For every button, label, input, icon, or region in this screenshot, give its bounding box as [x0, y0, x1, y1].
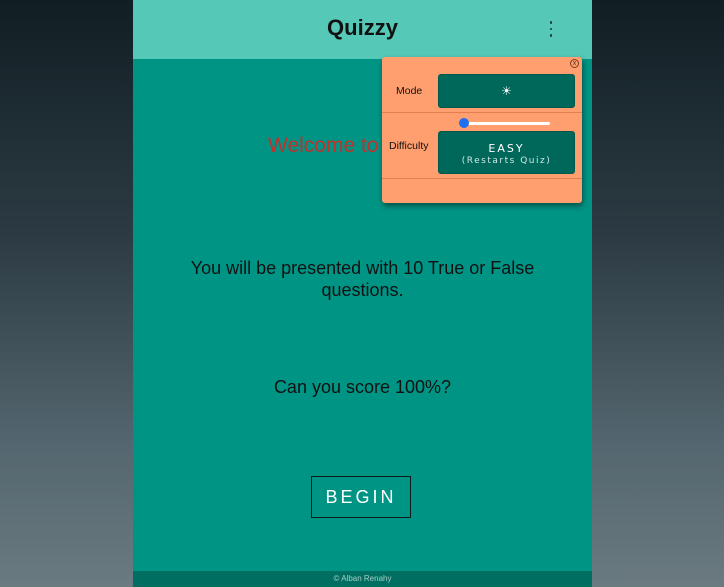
- close-icon[interactable]: x: [570, 59, 579, 68]
- welcome-heading: Welcome to: [268, 134, 379, 157]
- app-title: Quizzy: [327, 15, 398, 40]
- mode-label: Mode: [396, 85, 423, 97]
- more-options-icon[interactable]: [547, 21, 555, 37]
- footer-credit: © Alban Renahy: [133, 571, 592, 587]
- difficulty-value: EASY: [488, 142, 525, 155]
- mode-toggle-button[interactable]: ☀: [438, 74, 575, 108]
- slider-thumb[interactable]: [459, 118, 469, 128]
- settings-panel: x Mode ☀ Difficulty EASY (Restarts Quiz): [382, 57, 582, 203]
- difficulty-note: (Restarts Quiz): [461, 156, 552, 166]
- slider-track: [464, 122, 550, 125]
- difficulty-slider[interactable]: [459, 117, 550, 129]
- app-header: Quizzy: [133, 0, 592, 59]
- panel-divider: [382, 112, 582, 113]
- difficulty-label: Difficulty: [389, 140, 429, 152]
- intro-text: You will be presented with 10 True or Fa…: [190, 258, 535, 300]
- sun-icon: ☀: [501, 84, 512, 98]
- challenge-text: Can you score 100%?: [273, 377, 452, 397]
- panel-divider: [382, 178, 582, 179]
- begin-button[interactable]: BEGIN: [311, 476, 411, 518]
- difficulty-button[interactable]: EASY (Restarts Quiz): [438, 131, 575, 174]
